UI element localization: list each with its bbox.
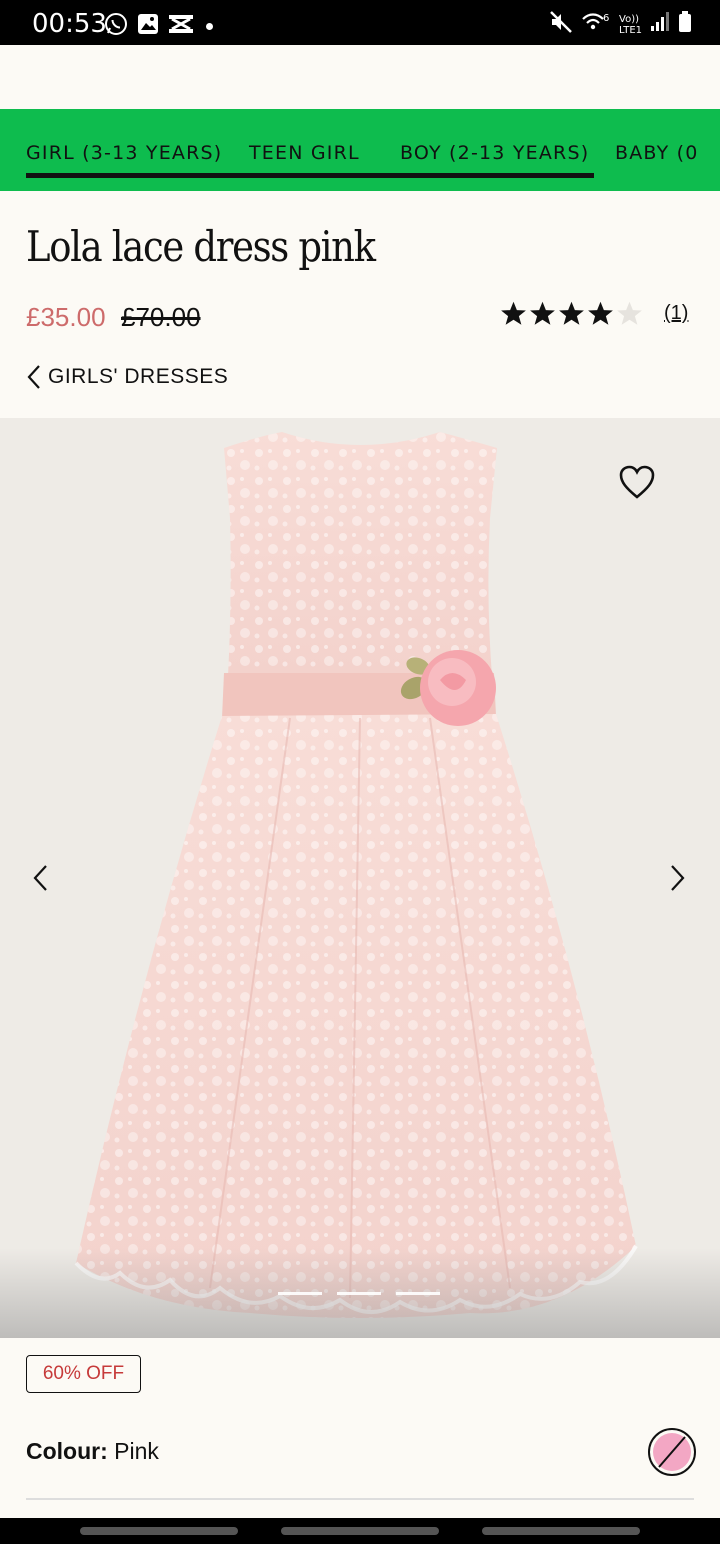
tab-teen-girl[interactable]: TEEN GIRL	[249, 142, 360, 164]
unavailable-slash-icon	[658, 1436, 686, 1468]
tab-boy[interactable]: BOY (2-13 YEARS)	[400, 142, 589, 164]
colour-selector-label: Colour: Pink	[26, 1438, 159, 1465]
volte-label: Vo))	[619, 13, 640, 25]
cross-app-icon	[168, 12, 194, 41]
svg-text:6: 6	[603, 13, 609, 24]
review-count-link[interactable]: (1)	[664, 302, 688, 325]
gallery-dot[interactable]	[278, 1292, 322, 1295]
sale-price: £35.00	[26, 302, 106, 332]
discount-badge: 60% OFF	[26, 1355, 141, 1393]
tab-baby[interactable]: BABY (0	[615, 142, 699, 164]
breadcrumb-label: GIRLS' DRESSES	[48, 365, 229, 388]
system-nav-bar	[0, 1518, 720, 1544]
product-image	[74, 432, 638, 1318]
whatsapp-icon	[104, 12, 128, 41]
mute-icon	[549, 10, 573, 39]
original-price: £70.00	[121, 302, 201, 332]
active-tab-indicator	[26, 173, 594, 178]
breadcrumb[interactable]: GIRLS' DRESSES	[26, 364, 228, 390]
gallery-dot[interactable]	[337, 1292, 381, 1295]
nav-home-button[interactable]	[281, 1527, 439, 1535]
tab-girl[interactable]: GIRL (3-13 YEARS)	[26, 142, 222, 164]
notification-dot-icon	[206, 23, 213, 30]
star-empty-icon	[617, 301, 642, 325]
colour-swatch-pink[interactable]	[648, 1428, 696, 1476]
site-header	[0, 45, 720, 109]
gallery-next-arrow-icon[interactable]	[666, 862, 688, 899]
chevron-left-icon	[27, 365, 40, 389]
signal-icon	[650, 10, 670, 39]
battery-icon	[678, 10, 692, 39]
divider	[26, 1498, 694, 1500]
product-title: Lola lace dress pink	[26, 222, 376, 271]
star-icon	[588, 301, 613, 325]
volte-icon: Vo)) LTE1	[619, 14, 642, 36]
gallery-icon	[136, 12, 160, 41]
star-icon	[530, 301, 555, 325]
gallery-prev-arrow-icon[interactable]	[30, 862, 52, 899]
gallery-pagination	[278, 1292, 440, 1295]
status-bar: 00:53 6 Vo)) LTE1	[0, 0, 720, 45]
wifi-icon: 6	[581, 10, 611, 39]
colour-value: Pink	[114, 1438, 159, 1464]
gallery-dot[interactable]	[396, 1292, 440, 1295]
discount-badge-label: 60% OFF	[42, 1363, 125, 1384]
nav-back-button[interactable]	[482, 1527, 640, 1535]
colour-label: Colour:	[26, 1438, 108, 1464]
star-icon	[501, 301, 526, 325]
product-image-gallery[interactable]	[0, 418, 720, 1338]
status-time: 00:53	[32, 9, 107, 39]
lte-label: LTE1	[619, 24, 642, 36]
category-nav: GIRL (3-13 YEARS) TEEN GIRL BOY (2-13 YE…	[0, 109, 720, 191]
wishlist-heart-icon[interactable]	[618, 464, 656, 505]
rating-stars[interactable]	[500, 300, 643, 327]
nav-recents-button[interactable]	[80, 1527, 238, 1535]
star-icon	[559, 301, 584, 325]
